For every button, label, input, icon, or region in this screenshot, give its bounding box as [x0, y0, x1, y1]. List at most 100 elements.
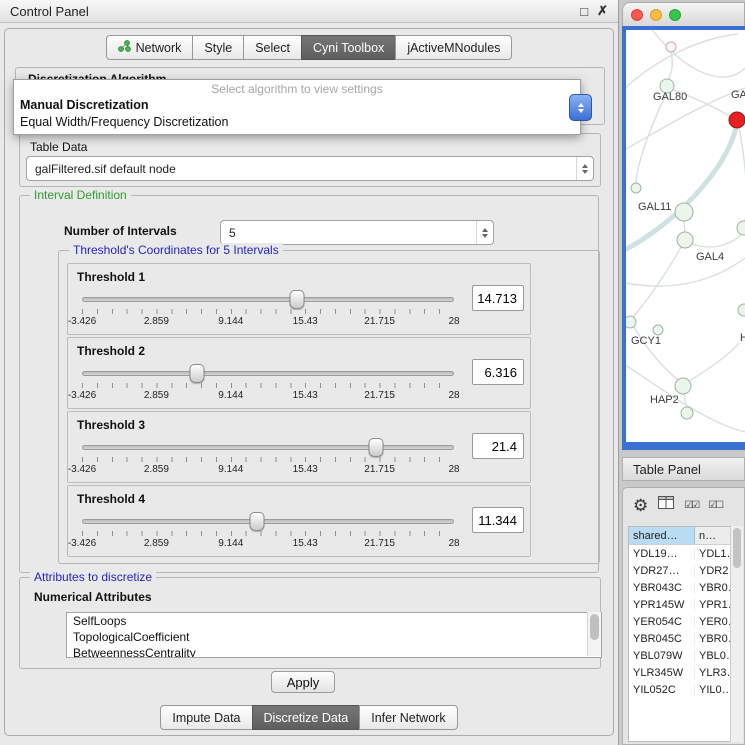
table-cell[interactable]: YBR0…	[695, 582, 731, 594]
threshold-value-input[interactable]	[472, 507, 524, 533]
columns-icon[interactable]	[658, 496, 674, 514]
select-some-columns-icon[interactable]: ☑☐	[708, 500, 722, 511]
table-cell[interactable]: YIL052C	[629, 684, 695, 696]
table-cell[interactable]: YER0…	[695, 616, 731, 628]
network-node[interactable]	[626, 316, 636, 328]
table-cell[interactable]: YBR045C	[629, 633, 695, 645]
tab-style[interactable]: Style	[192, 35, 244, 60]
table-row[interactable]: YER054CYER0…	[629, 613, 731, 630]
network-node[interactable]	[675, 203, 693, 221]
threshold-slider[interactable]: -3.4262.8599.14415.4321.71528	[82, 364, 454, 406]
tab-cyni-toolbox[interactable]: Cyni Toolbox	[301, 35, 396, 60]
tab-infer-network[interactable]: Infer Network	[359, 705, 457, 730]
slider-track[interactable]	[82, 371, 454, 376]
attribute-item[interactable]: SelfLoops	[67, 613, 601, 629]
scale-label: 21.715	[364, 538, 395, 549]
slider-track[interactable]	[82, 445, 454, 450]
table-row[interactable]: YIL052CYIL0…	[629, 681, 731, 698]
table-cell[interactable]: YPR1…	[695, 599, 731, 611]
threshold-slider[interactable]: -3.4262.8599.14415.4321.71528	[82, 512, 454, 554]
table-cell[interactable]: YDR27…	[629, 565, 695, 577]
select-all-columns-icon[interactable]: ☑☑	[684, 500, 698, 511]
bottom-tabbar: Impute Data Discretize Data Infer Networ…	[5, 705, 613, 730]
algorithm-option-manual[interactable]: Manual Discretization	[14, 97, 580, 114]
number-of-intervals-value: 5	[221, 226, 476, 240]
gear-icon[interactable]: ⚙	[633, 497, 648, 514]
table-cell[interactable]: YER054C	[629, 616, 695, 628]
dropdown-arrows-icon[interactable]	[576, 157, 593, 180]
table-cell[interactable]: YBL0…	[695, 650, 731, 662]
mac-minimize-button[interactable]	[650, 9, 662, 21]
network-node[interactable]	[738, 304, 745, 316]
table-cell[interactable]: YIL0…	[695, 684, 731, 696]
slider-track[interactable]	[82, 519, 454, 524]
attributes-scrollbar[interactable]	[587, 612, 601, 656]
network-edge	[689, 343, 739, 381]
apply-button[interactable]: Apply	[271, 671, 335, 693]
table-row[interactable]: YBL079WYBL0…	[629, 647, 731, 664]
algorithm-option-equal-width[interactable]: Equal Width/Frequency Discretization	[14, 114, 580, 131]
network-edge	[626, 362, 745, 432]
slider-thumb[interactable]	[289, 290, 304, 309]
network-canvas[interactable]: GAL80GAGAL11GAL4GCY1HAP2H	[626, 30, 745, 442]
network-node[interactable]	[737, 221, 745, 235]
column-header-name[interactable]: n…	[695, 527, 731, 544]
table-row[interactable]: YPR145WYPR1…	[629, 596, 731, 613]
table-row[interactable]: YLR345WYLR3…	[629, 664, 731, 681]
table-row[interactable]: YDL19…YDL1…	[629, 545, 731, 562]
table-row[interactable]: YDR27…YDR2…	[629, 562, 731, 579]
restore-icon[interactable]: □	[580, 4, 588, 19]
mac-zoom-button[interactable]	[669, 9, 681, 21]
table-row[interactable]: YBR045CYBR0…	[629, 630, 731, 647]
attribute-item[interactable]: TopologicalCoefficient	[67, 629, 601, 645]
network-node[interactable]	[631, 183, 641, 193]
table-cell[interactable]: YLR345W	[629, 667, 695, 679]
attribute-item[interactable]: BetweennessCentrality	[67, 645, 601, 658]
threshold-slider[interactable]: -3.4262.8599.14415.4321.71528	[82, 438, 454, 480]
close-icon[interactable]: ✗	[597, 3, 608, 19]
table-scrollbar[interactable]	[730, 526, 743, 742]
table-cell[interactable]: YDR2…	[695, 565, 731, 577]
network-node[interactable]	[677, 232, 693, 248]
slider-track[interactable]	[82, 297, 454, 302]
table-row[interactable]: YBR043CYBR0…	[629, 579, 731, 596]
number-of-intervals-combo[interactable]: 5	[220, 220, 494, 245]
network-node[interactable]	[666, 42, 676, 52]
network-node-selected[interactable]	[729, 112, 745, 128]
table-cell[interactable]: YLR3…	[695, 667, 731, 679]
network-edge	[651, 30, 745, 77]
mac-close-button[interactable]	[631, 9, 643, 21]
table-cell[interactable]: YDL1…	[695, 548, 731, 560]
network-node[interactable]	[653, 325, 663, 335]
scale-label: 9.144	[218, 538, 243, 549]
tab-select[interactable]: Select	[243, 35, 302, 60]
tab-impute-data[interactable]: Impute Data	[160, 705, 252, 730]
threshold-value-input[interactable]	[472, 285, 524, 311]
numerical-attributes-list[interactable]: SelfLoopsTopologicalCoefficientBetweenne…	[66, 612, 602, 658]
threshold-value-input[interactable]	[472, 359, 524, 385]
tab-jactivemnodules[interactable]: jActiveMNodules	[395, 35, 512, 60]
thresholds-groupbox: Threshold's Coordinates for 5 Intervals …	[58, 250, 600, 564]
table-cell[interactable]: YPR145W	[629, 599, 695, 611]
scale-label: 15.43	[293, 538, 318, 549]
slider-thumb[interactable]	[368, 438, 383, 457]
threshold-value-input[interactable]	[472, 433, 524, 459]
table-cell[interactable]: YBR0…	[695, 633, 731, 645]
table-data-combo[interactable]: galFiltered.sif default node	[26, 156, 594, 181]
column-header-shared-name[interactable]: shared…	[629, 527, 695, 544]
network-node[interactable]	[681, 407, 693, 419]
attributes-groupbox: Attributes to discretize Numerical Attri…	[19, 577, 601, 669]
table-cell[interactable]: YDL19…	[629, 548, 695, 560]
network-node[interactable]	[675, 378, 691, 394]
threshold-slider[interactable]: -3.4262.8599.14415.4321.71528	[82, 290, 454, 332]
table-cell[interactable]: YBR043C	[629, 582, 695, 594]
tab-network[interactable]: Network	[106, 35, 194, 60]
tab-discretize-data[interactable]: Discretize Data	[252, 705, 361, 730]
algorithm-combo-arrows-icon[interactable]	[569, 94, 592, 121]
spinner-arrows-icon[interactable]	[476, 221, 493, 244]
table-cell[interactable]: YBL079W	[629, 650, 695, 662]
slider-scale: -3.4262.8599.14415.4321.71528	[82, 464, 454, 476]
slider-thumb[interactable]	[249, 512, 264, 531]
table-data-value: galFiltered.sif default node	[27, 162, 576, 176]
slider-thumb[interactable]	[190, 364, 205, 383]
